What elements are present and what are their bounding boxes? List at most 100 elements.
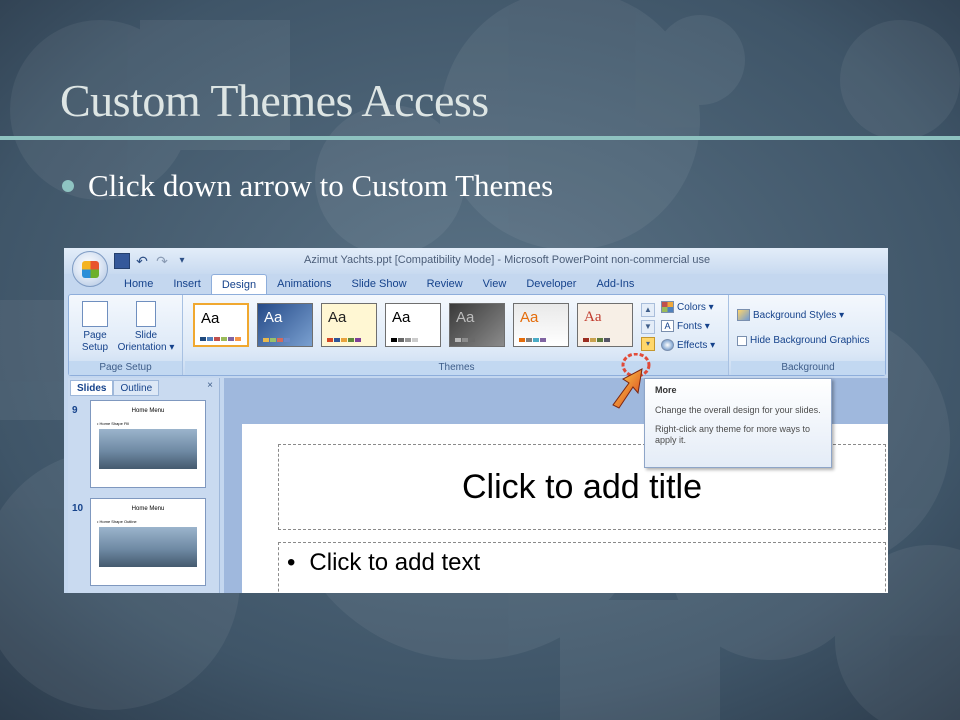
ribbon: Page Setup Slide Orientation ▾ Page Setu…	[68, 294, 886, 376]
colors-label: Colors ▾	[677, 301, 714, 313]
slide-orientation-label-1: Slide	[134, 330, 158, 341]
theme-thumb-7[interactable]: Aa	[577, 303, 633, 347]
theme-label: Aa	[520, 309, 539, 326]
theme-label: Aa	[392, 309, 411, 326]
theme-swatches	[327, 338, 361, 342]
thumbnail-picture	[99, 527, 197, 567]
panel-tabs: Slides Outline	[70, 380, 160, 396]
save-icon[interactable]	[114, 253, 130, 269]
page-setup-group: Page Setup Slide Orientation ▾ Page Setu…	[69, 295, 183, 375]
theme-label: Aa	[201, 310, 220, 327]
theme-thumb-4[interactable]: Aa	[385, 303, 441, 347]
thumbnail-picture	[99, 429, 197, 469]
slide-orientation-icon	[136, 301, 156, 327]
theme-label: Aa	[328, 309, 347, 326]
gallery-down-icon[interactable]: ▼	[641, 320, 655, 334]
slides-panel: Slides Outline × 9 Home Menu • Home Shap…	[68, 378, 220, 593]
theme-label: Aa	[584, 309, 602, 325]
body-placeholder[interactable]: • Click to add text	[278, 542, 886, 593]
body-placeholder-text: Click to add text	[309, 549, 481, 576]
tooltip-heading: More	[655, 385, 677, 395]
theme-thumb-6[interactable]: Aa	[513, 303, 569, 347]
tab-add-ins[interactable]: Add-Ins	[586, 274, 644, 295]
theme-swatches	[583, 338, 610, 342]
thumbnail-bullet: • Home Shape Outline	[97, 519, 137, 524]
slide-orientation-button[interactable]: Slide Orientation ▾	[113, 301, 179, 354]
pointer-cursor-icon	[612, 353, 651, 409]
more-tooltip: More Change the overall design for your …	[644, 378, 832, 468]
fonts-icon: A	[661, 320, 674, 332]
effects-label: Effects ▾	[677, 339, 716, 351]
page-setup-label-1: Page	[83, 330, 107, 341]
theme-swatches	[263, 338, 290, 342]
background-styles-label: Background Styles ▾	[753, 309, 845, 321]
effects-icon	[661, 339, 674, 351]
tab-slide-show[interactable]: Slide Show	[342, 274, 417, 295]
thumbnail-number: 9	[72, 405, 78, 416]
title-bar: ↶ ↷ ▾ Azimut Yachts.ppt [Compatibility M…	[64, 248, 888, 274]
page-setup-group-label: Page Setup	[69, 361, 182, 375]
tab-slides[interactable]: Slides	[70, 380, 114, 396]
slide-thumbnail[interactable]: Home Menu • Home Shape Fill	[90, 400, 206, 488]
gallery-more-button[interactable]: ▾	[641, 337, 655, 351]
theme-label: Aa	[456, 309, 475, 326]
slide-orientation-label-2: Orientation ▾	[117, 342, 175, 353]
tab-view[interactable]: View	[473, 274, 517, 295]
tooltip-line-1: Change the overall design for your slide…	[655, 405, 821, 415]
thumbnail-number: 10	[72, 503, 84, 514]
page-setup-button[interactable]: Page Setup	[75, 301, 115, 354]
body-bullet: •	[287, 549, 296, 576]
tab-design[interactable]: Design	[210, 274, 268, 295]
tab-outline[interactable]: Outline	[113, 380, 160, 396]
thumbnail-title: Home Menu	[131, 408, 165, 414]
tab-developer[interactable]: Developer	[516, 274, 586, 295]
powerpoint-screenshot: ↶ ↷ ▾ Azimut Yachts.ppt [Compatibility M…	[64, 248, 888, 593]
page-setup-label-2: Setup	[81, 342, 109, 353]
tab-home[interactable]: Home	[114, 274, 163, 295]
tab-review[interactable]: Review	[417, 274, 473, 295]
hide-background-graphics-label: Hide Background Graphics	[750, 335, 870, 346]
theme-swatches	[519, 338, 546, 342]
office-logo-icon	[82, 261, 99, 278]
tab-animations[interactable]: Animations	[267, 274, 341, 295]
close-icon[interactable]: ×	[207, 380, 213, 391]
theme-thumb-5[interactable]: Aa	[449, 303, 505, 347]
title-divider	[0, 136, 960, 140]
slide-thumbnail[interactable]: Home Menu • Home Shape Outline	[90, 498, 206, 586]
theme-label: Aa	[264, 309, 283, 326]
effects-button[interactable]: Effects ▾	[661, 339, 715, 351]
page-setup-icon	[82, 301, 108, 327]
background-styles-button[interactable]: Background Styles ▾	[737, 309, 844, 321]
ribbon-tabs: Home Insert Design Animations Slide Show…	[114, 274, 644, 295]
bullet-item: Click down arrow to Custom Themes	[62, 168, 553, 204]
tab-insert[interactable]: Insert	[163, 274, 211, 295]
office-button[interactable]	[72, 251, 108, 287]
checkbox-icon	[737, 335, 747, 346]
thumbnail-bullet: • Home Shape Fill	[97, 421, 130, 426]
window-title: Azimut Yachts.ppt [Compatibility Mode] -…	[304, 254, 711, 266]
bullet-dot	[62, 179, 74, 192]
theme-thumb-2[interactable]: Aa	[257, 303, 313, 347]
theme-swatches	[455, 338, 475, 342]
colors-button[interactable]: Colors ▾	[661, 301, 714, 313]
redo-icon[interactable]: ↷	[154, 253, 170, 269]
theme-swatches	[391, 338, 418, 342]
colors-icon	[661, 301, 674, 313]
theme-thumb-office[interactable]: Aa	[193, 303, 249, 347]
background-group-label: Background	[731, 361, 885, 375]
background-group: Background Styles ▾ Hide Background Grap…	[731, 295, 885, 375]
hide-background-graphics-checkbox[interactable]: Hide Background Graphics	[737, 335, 870, 346]
fonts-label: Fonts ▾	[677, 320, 710, 332]
theme-thumb-3[interactable]: Aa	[321, 303, 377, 347]
thumbnail-title: Home Menu	[131, 506, 165, 512]
bullet-text: Click down arrow to Custom Themes	[88, 168, 554, 203]
gallery-up-icon[interactable]: ▲	[641, 303, 655, 317]
slide-title: Custom Themes Access	[60, 75, 489, 126]
quick-access-toolbar: ↶ ↷ ▾	[114, 253, 190, 269]
themes-gallery-scroll: ▲ ▼ ▾	[641, 303, 655, 353]
customize-toolbar-icon[interactable]: ▾	[174, 253, 190, 269]
undo-icon[interactable]: ↶	[134, 253, 150, 269]
background-styles-icon	[737, 309, 750, 321]
tooltip-line-2: Right-click any theme for more ways to a…	[655, 424, 811, 445]
fonts-button[interactable]: A Fonts ▾	[661, 320, 710, 332]
